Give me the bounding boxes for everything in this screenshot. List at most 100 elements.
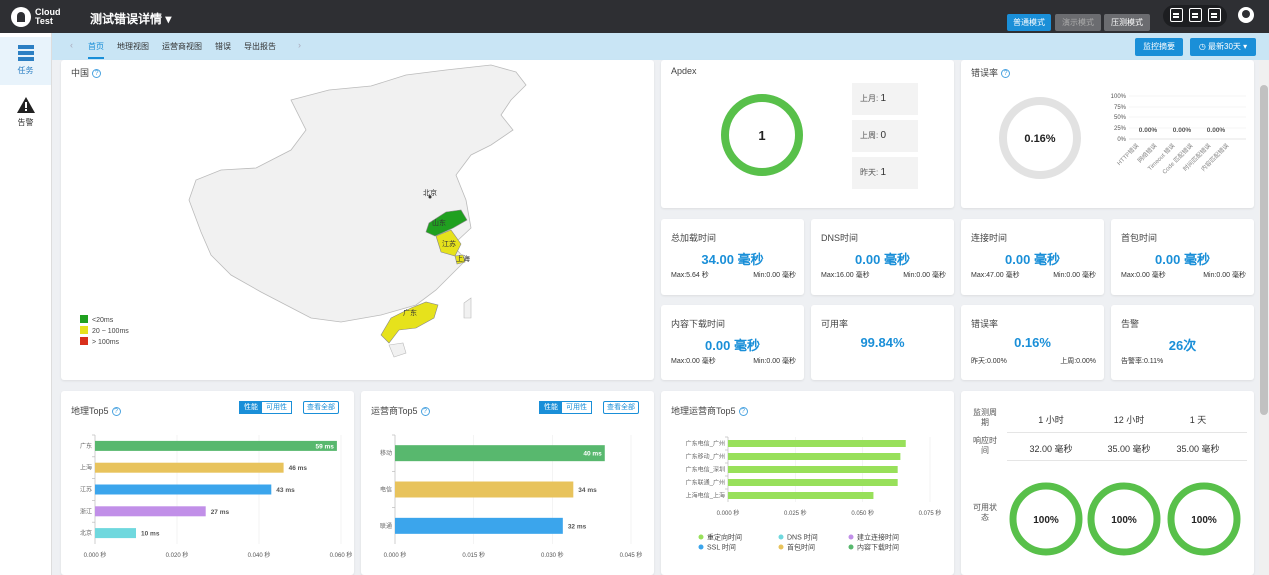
y-tick-label: 50%: [1114, 115, 1127, 121]
view-all-button[interactable]: 查看全部: [303, 401, 339, 414]
time-range-dropdown[interactable]: ◷ 最新30天 ▾: [1190, 38, 1256, 56]
bar: [95, 528, 136, 539]
stress-mode-button[interactable]: 压测模式: [1104, 14, 1150, 31]
legend-dot: [848, 534, 854, 540]
metric-card-first-packet[interactable]: 首包时间 0.00 毫秒 Max:0.00 毫秒 Min:0.00 毫秒: [1111, 219, 1254, 295]
bar-value-label: 34 ms: [578, 487, 597, 494]
x-tick-label: 0.025 秒: [784, 509, 807, 517]
bar: [728, 453, 901, 460]
normal-mode-button[interactable]: 普通模式: [1007, 14, 1051, 31]
response-value: 35.00 毫秒: [1176, 444, 1220, 454]
metric-toggle: 性能 可用性: [239, 401, 292, 414]
bar-value-label: 59 ms: [315, 443, 334, 450]
tab-geo-view[interactable]: 地理视图: [117, 41, 149, 52]
legend-dot: [698, 534, 704, 540]
legend-swatch: [80, 326, 88, 334]
map-label-beijing: 北京: [423, 188, 437, 197]
legend-item[interactable]: > 100ms: [80, 337, 129, 346]
period-col: 1 小时: [1038, 415, 1064, 425]
legend-label: 首包时间: [787, 543, 815, 552]
y-tick-label: 25%: [1114, 126, 1127, 132]
view-all-button[interactable]: 查看全部: [603, 401, 639, 414]
x-tick-label: 0.030 秒: [541, 551, 564, 559]
page-title: 测试错误详情: [90, 12, 163, 26]
geo-top5-title: 地理Top5?: [71, 404, 121, 417]
monitor-summary-button[interactable]: 监控摘要: [1135, 38, 1183, 56]
map-label-shandong: 山东: [432, 218, 446, 227]
metric-yesterday: 昨天:0.00%: [971, 358, 1007, 365]
metric-title: 内容下载时间: [671, 319, 726, 329]
bar-value-label: 0.00%: [1139, 127, 1158, 134]
apdex-panel: Apdex 1 上月: 1 上周: 0 昨天: 1: [661, 60, 954, 208]
geo-isp-top5-title: 地理运营商Top5?: [671, 404, 748, 417]
bar: [95, 506, 206, 517]
error-rate-value: 0.16%: [1024, 133, 1055, 145]
metric-title: 连接时间: [971, 233, 1008, 243]
bar: [95, 440, 337, 451]
isp-top5-panel: 运营商Top5? 性能 可用性 查看全部 0.000 秒 0.015 秒 0.030 …: [361, 391, 654, 575]
map-legend: <20ms 20 ~ 100ms > 100ms: [80, 315, 129, 346]
metric-card-availability[interactable]: 可用率 99.84%: [811, 305, 954, 380]
page-title-dropdown[interactable]: 测试错误详情 ▾: [90, 10, 171, 27]
bar: [728, 492, 874, 499]
map-label-jiangsu: 江苏: [442, 239, 456, 248]
error-type-chart: 100% 75% 50% 25% 0% 0.00% 0.00% 0.00% HT…: [1111, 94, 1246, 176]
help-icon[interactable]: ?: [420, 407, 430, 416]
category-label: 广东电信_广州: [686, 440, 725, 448]
sub-navigation: ‹ 首页 地理视图 运营商视图 错误 导出报告 › 监控摘要 ◷ 最新30天 ▾: [52, 33, 1269, 60]
legend-dot: [698, 544, 704, 550]
x-tick-label: 0.000 秒: [717, 509, 740, 517]
tab-isp-view[interactable]: 运营商视图: [162, 41, 202, 52]
toggle-availability[interactable]: 可用性: [262, 402, 291, 413]
scrollbar-thumb[interactable]: [1260, 85, 1268, 415]
chevron-left-icon[interactable]: ‹: [70, 40, 73, 50]
bar: [95, 484, 272, 495]
toggle-performance[interactable]: 性能: [540, 402, 562, 413]
tab-errors[interactable]: 错误: [215, 41, 231, 52]
legend-item[interactable]: 20 ~ 100ms: [80, 326, 129, 335]
error-rate-panel: 错误率? 0.16% 100% 75% 50% 25% 0% 0.00% 0.0…: [961, 60, 1254, 208]
toggle-availability[interactable]: 可用性: [562, 402, 591, 413]
row-label-period: 监测周期: [973, 408, 997, 427]
tab-home[interactable]: 首页: [88, 41, 104, 59]
user-avatar-icon[interactable]: [1238, 7, 1254, 23]
sidebar-item-tasks[interactable]: 任务: [0, 37, 51, 85]
metric-card-alerts[interactable]: 告警 26次 告警率:0.11%: [1111, 305, 1254, 380]
geo-top5-chart: 0.000 秒 0.020 秒 0.040 秒 0.060 秒 广东 59 ms 上海 46 …: [80, 434, 352, 559]
metric-card-dns[interactable]: DNS时间 0.00 毫秒 Max:16.00 毫秒 Min:0.00 毫秒: [811, 219, 954, 295]
metric-card-connect[interactable]: 连接时间 0.00 毫秒 Max:47.00 毫秒 Min:0.00 毫秒: [961, 219, 1104, 295]
hainan-shape: [388, 342, 407, 358]
report-icon[interactable]: [1170, 8, 1183, 22]
response-value: 35.00 毫秒: [1107, 444, 1151, 454]
sidebar-item-alerts[interactable]: 告警: [0, 89, 51, 137]
caret-down-icon: ▾: [165, 12, 172, 26]
toggle-performance[interactable]: 性能: [240, 402, 262, 413]
metric-card-total-load[interactable]: 总加载时间 34.00 毫秒 Max:5.64 秒 Min:0.00 毫秒: [661, 219, 804, 295]
bar-value-label: 32 ms: [568, 523, 587, 530]
download-icon[interactable]: [1208, 8, 1221, 22]
metric-value: 0.16%: [1014, 335, 1051, 350]
metric-alert-rate: 告警率:0.11%: [1121, 358, 1164, 365]
error-rate-title: 错误率?: [971, 66, 1011, 79]
response-value: 32.00 毫秒: [1029, 444, 1073, 454]
x-tick-label: 0.000 秒: [84, 551, 107, 559]
chevron-right-icon[interactable]: ›: [298, 40, 301, 50]
tab-export-report[interactable]: 导出报告: [244, 41, 276, 52]
apdex-last-week: 上周: 0: [852, 120, 918, 152]
legend-dot: [848, 544, 854, 550]
logo[interactable]: Cloud Test: [11, 7, 63, 27]
clipboard-icon[interactable]: [1189, 8, 1202, 22]
metric-value: 34.00 毫秒: [701, 252, 764, 267]
help-icon[interactable]: ?: [1001, 69, 1011, 78]
demo-mode-button[interactable]: 演示模式: [1055, 14, 1101, 31]
divider: [1007, 460, 1247, 461]
metric-card-download[interactable]: 内容下载时间 0.00 毫秒 Max:0.00 毫秒 Min:0.00 毫秒: [661, 305, 804, 380]
legend-swatch: [80, 337, 88, 345]
legend-item[interactable]: <20ms: [80, 315, 129, 324]
help-icon[interactable]: ?: [111, 407, 121, 416]
category-label: 广东电信_深圳: [686, 466, 725, 474]
apdex-title: Apdex: [671, 66, 697, 76]
metric-card-error-rate[interactable]: 错误率 0.16% 昨天:0.00% 上周:0.00%: [961, 305, 1104, 380]
metric-max: Max:47.00 毫秒: [971, 272, 1020, 279]
help-icon[interactable]: ?: [738, 407, 748, 416]
